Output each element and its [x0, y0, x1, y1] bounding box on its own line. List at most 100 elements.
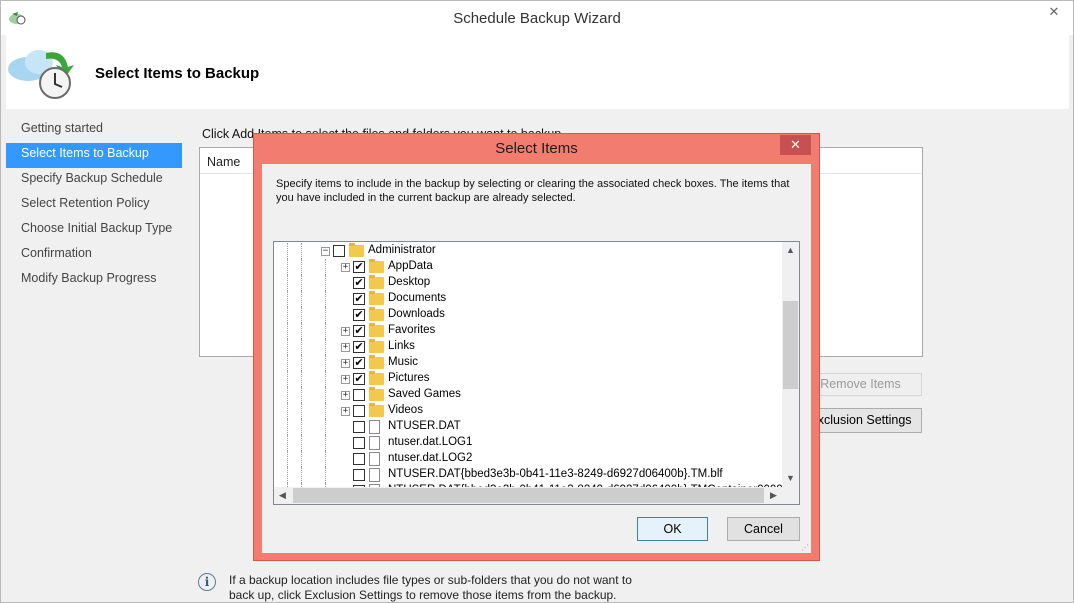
name-column-header[interactable]: Name: [207, 155, 240, 169]
item-checkbox[interactable]: [353, 469, 365, 481]
tree-item-label: Favorites: [388, 324, 436, 336]
tree-item-label: ntuser.dat.LOG1: [388, 436, 473, 448]
tree-row[interactable]: NTUSER.DAT{bbed3e3b-0b41-11e3-8249-d6927…: [274, 467, 782, 483]
tree-item-label: Music: [388, 356, 419, 368]
tree-guide-line: [325, 419, 326, 435]
cancel-button[interactable]: Cancel: [727, 517, 800, 541]
tree-row[interactable]: + ✔ Links: [274, 339, 782, 355]
tree-row[interactable]: − Administrator: [274, 243, 782, 259]
tree-guide-line: [325, 355, 326, 371]
item-checkbox[interactable]: [353, 437, 365, 449]
scroll-corner: [782, 487, 799, 504]
tree-row[interactable]: ✔ Downloads: [274, 307, 782, 323]
folder-icon: [369, 291, 384, 305]
nav-step-confirmation[interactable]: Confirmation: [6, 243, 182, 268]
item-checkbox[interactable]: ✔: [353, 341, 365, 353]
tree-guide-line: [325, 339, 326, 355]
scroll-right-arrow-icon[interactable]: ▶: [765, 487, 782, 504]
item-checkbox[interactable]: [353, 405, 365, 417]
expand-icon[interactable]: +: [341, 375, 350, 384]
nav-step-retention-policy[interactable]: Select Retention Policy: [6, 193, 182, 218]
item-checkbox[interactable]: [353, 453, 365, 465]
tree-guide-line: [301, 419, 302, 435]
expand-icon[interactable]: +: [341, 343, 350, 352]
tree-row[interactable]: + ✔ Music: [274, 355, 782, 371]
item-checkbox[interactable]: ✔: [353, 325, 365, 337]
tree-item-label: NTUSER.DAT: [388, 420, 461, 432]
item-checkbox[interactable]: [353, 421, 365, 433]
tree-guide-line: [287, 307, 288, 323]
tree-guide-line: [325, 435, 326, 451]
tree-row[interactable]: + Videos: [274, 403, 782, 419]
tree-guide-line: [287, 291, 288, 307]
item-checkbox[interactable]: [353, 389, 365, 401]
tree-row[interactable]: + ✔ AppData: [274, 259, 782, 275]
dialog-close-button[interactable]: ✕: [780, 135, 811, 155]
expand-icon[interactable]: +: [341, 327, 350, 336]
backup-schedule-icon: [8, 50, 74, 99]
tree-guide-line: [301, 451, 302, 467]
scroll-up-arrow-icon[interactable]: ▲: [782, 242, 799, 259]
tree-guide-line: [287, 467, 288, 483]
tree-row[interactable]: + ✔ Favorites: [274, 323, 782, 339]
nav-step-initial-backup-type[interactable]: Choose Initial Backup Type: [6, 218, 182, 243]
dialog-title: Select Items: [495, 140, 578, 157]
tree-guide-line: [301, 355, 302, 371]
file-icon: [369, 420, 380, 434]
nav-step-getting-started[interactable]: Getting started: [6, 118, 182, 143]
tree-row[interactable]: + Saved Games: [274, 387, 782, 403]
expand-icon[interactable]: +: [341, 391, 350, 400]
item-checkbox[interactable]: ✔: [353, 309, 365, 321]
tree-rows: − Administrator + ✔ AppData ✔ Desktop ✔ Document…: [274, 243, 782, 487]
folder-icon: [349, 243, 364, 257]
tree-guide-line: [325, 451, 326, 467]
tree-row[interactable]: ✔ Documents: [274, 291, 782, 307]
item-checkbox[interactable]: [333, 245, 345, 257]
dialog-instruction: Specify items to include in the backup b…: [276, 178, 790, 204]
tree-guide-line: [287, 339, 288, 355]
item-checkbox[interactable]: ✔: [353, 293, 365, 305]
nav-step-backup-progress[interactable]: Modify Backup Progress: [6, 268, 182, 293]
collapse-icon[interactable]: −: [321, 247, 330, 256]
item-checkbox[interactable]: ✔: [353, 357, 365, 369]
tree-row[interactable]: ntuser.dat.LOG1: [274, 435, 782, 451]
tree-guide-line: [287, 243, 288, 259]
tree-guide-line: [301, 435, 302, 451]
items-tree[interactable]: − Administrator + ✔ AppData ✔ Desktop ✔ Document…: [273, 241, 800, 505]
tree-row[interactable]: + ✔ Pictures: [274, 371, 782, 387]
window-close-button[interactable]: ✕: [1036, 2, 1072, 22]
tree-guide-line: [301, 339, 302, 355]
vertical-scrollbar[interactable]: ▲ ▼: [782, 242, 799, 487]
scroll-down-arrow-icon[interactable]: ▼: [782, 470, 799, 487]
item-checkbox[interactable]: ✔: [353, 277, 365, 289]
tree-item-label: Links: [388, 340, 415, 352]
tree-guide-line: [301, 291, 302, 307]
nav-step-backup-schedule[interactable]: Specify Backup Schedule: [6, 168, 182, 193]
horizontal-scroll-thumb[interactable]: [293, 488, 764, 503]
vertical-scroll-thumb[interactable]: [783, 301, 798, 389]
tree-guide-line: [287, 387, 288, 403]
tree-row[interactable]: ✔ Desktop: [274, 275, 782, 291]
tree-guide-line: [325, 291, 326, 307]
item-checkbox[interactable]: ✔: [353, 373, 365, 385]
item-checkbox[interactable]: ✔: [353, 261, 365, 273]
folder-icon: [369, 355, 384, 369]
expand-icon[interactable]: +: [341, 359, 350, 368]
nav-step-select-items[interactable]: Select Items to Backup: [6, 143, 182, 168]
expand-icon[interactable]: +: [341, 263, 350, 272]
tree-guide-line: [325, 387, 326, 403]
tree-row[interactable]: ntuser.dat.LOG2: [274, 451, 782, 467]
scroll-left-arrow-icon[interactable]: ◀: [274, 487, 291, 504]
tree-guide-line: [325, 371, 326, 387]
tree-guide-line: [325, 307, 326, 323]
tree-guide-line: [301, 275, 302, 291]
resize-grip-icon[interactable]: ⋰: [801, 543, 809, 552]
ok-button[interactable]: OK: [637, 517, 708, 541]
expand-icon[interactable]: +: [341, 407, 350, 416]
tree-guide-line: [301, 403, 302, 419]
tree-row[interactable]: NTUSER.DAT: [274, 419, 782, 435]
tree-guide-line: [287, 259, 288, 275]
horizontal-scrollbar[interactable]: ◀ ▶: [274, 487, 782, 504]
tree-guide-line: [301, 467, 302, 483]
tree-guide-line: [287, 403, 288, 419]
